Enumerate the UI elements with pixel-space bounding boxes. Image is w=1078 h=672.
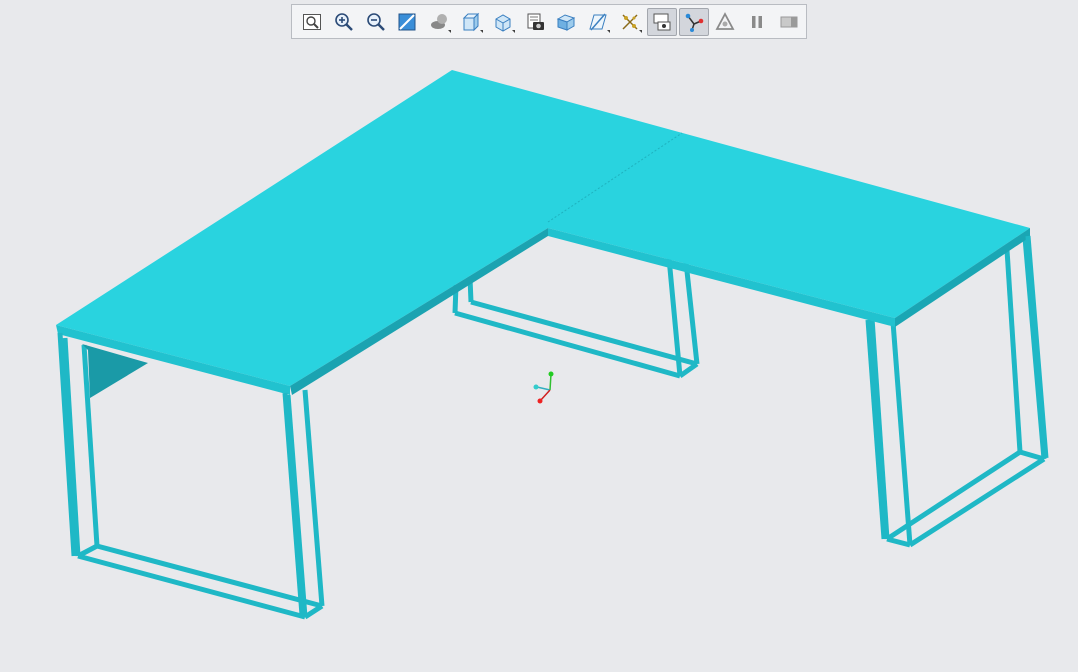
section-button[interactable] [552, 8, 582, 36]
refit-button[interactable] [297, 8, 327, 36]
3d-viewport[interactable] [0, 0, 1078, 668]
zoom-in-icon [334, 12, 353, 31]
repaint-button[interactable] [392, 8, 422, 36]
zoom-out-button[interactable] [361, 8, 391, 36]
next-button[interactable] [774, 8, 804, 36]
section-icon [557, 13, 576, 31]
pause-button[interactable] [742, 8, 772, 36]
view-manager-button[interactable] [520, 8, 550, 36]
pause-icon [752, 15, 763, 28]
coordinate-triad-toggle-icon [685, 13, 703, 32]
desk-model[interactable] [0, 0, 1078, 668]
spin-center-button[interactable] [646, 7, 677, 36]
datum-display-icon [589, 13, 607, 30]
annotation-display-icon [622, 13, 638, 30]
display-style-icon [462, 12, 480, 31]
perspective-icon [431, 13, 448, 29]
zoom-in-button[interactable] [329, 8, 359, 36]
perspective-button[interactable] [424, 8, 454, 36]
saved-views-button[interactable] [488, 8, 518, 36]
appearance-button[interactable] [711, 8, 741, 36]
saved-orientations-icon [495, 13, 511, 32]
middle-frame [452, 257, 700, 379]
zoom-out-icon [366, 12, 385, 31]
annotation-display-button[interactable] [615, 8, 645, 36]
spin-center-icon [653, 13, 671, 30]
repaint-icon [398, 13, 416, 30]
zoom-fit-icon [302, 13, 321, 30]
datum-display-button[interactable] [583, 8, 613, 36]
coordinate-triad-icon [533, 371, 554, 404]
view-manager-icon [527, 13, 544, 30]
next-icon [780, 16, 798, 27]
display-style-button[interactable] [456, 8, 486, 36]
view-toolbar [291, 4, 807, 39]
coordinate-triad-button[interactable] [678, 7, 709, 36]
appearance-icon [715, 11, 735, 30]
